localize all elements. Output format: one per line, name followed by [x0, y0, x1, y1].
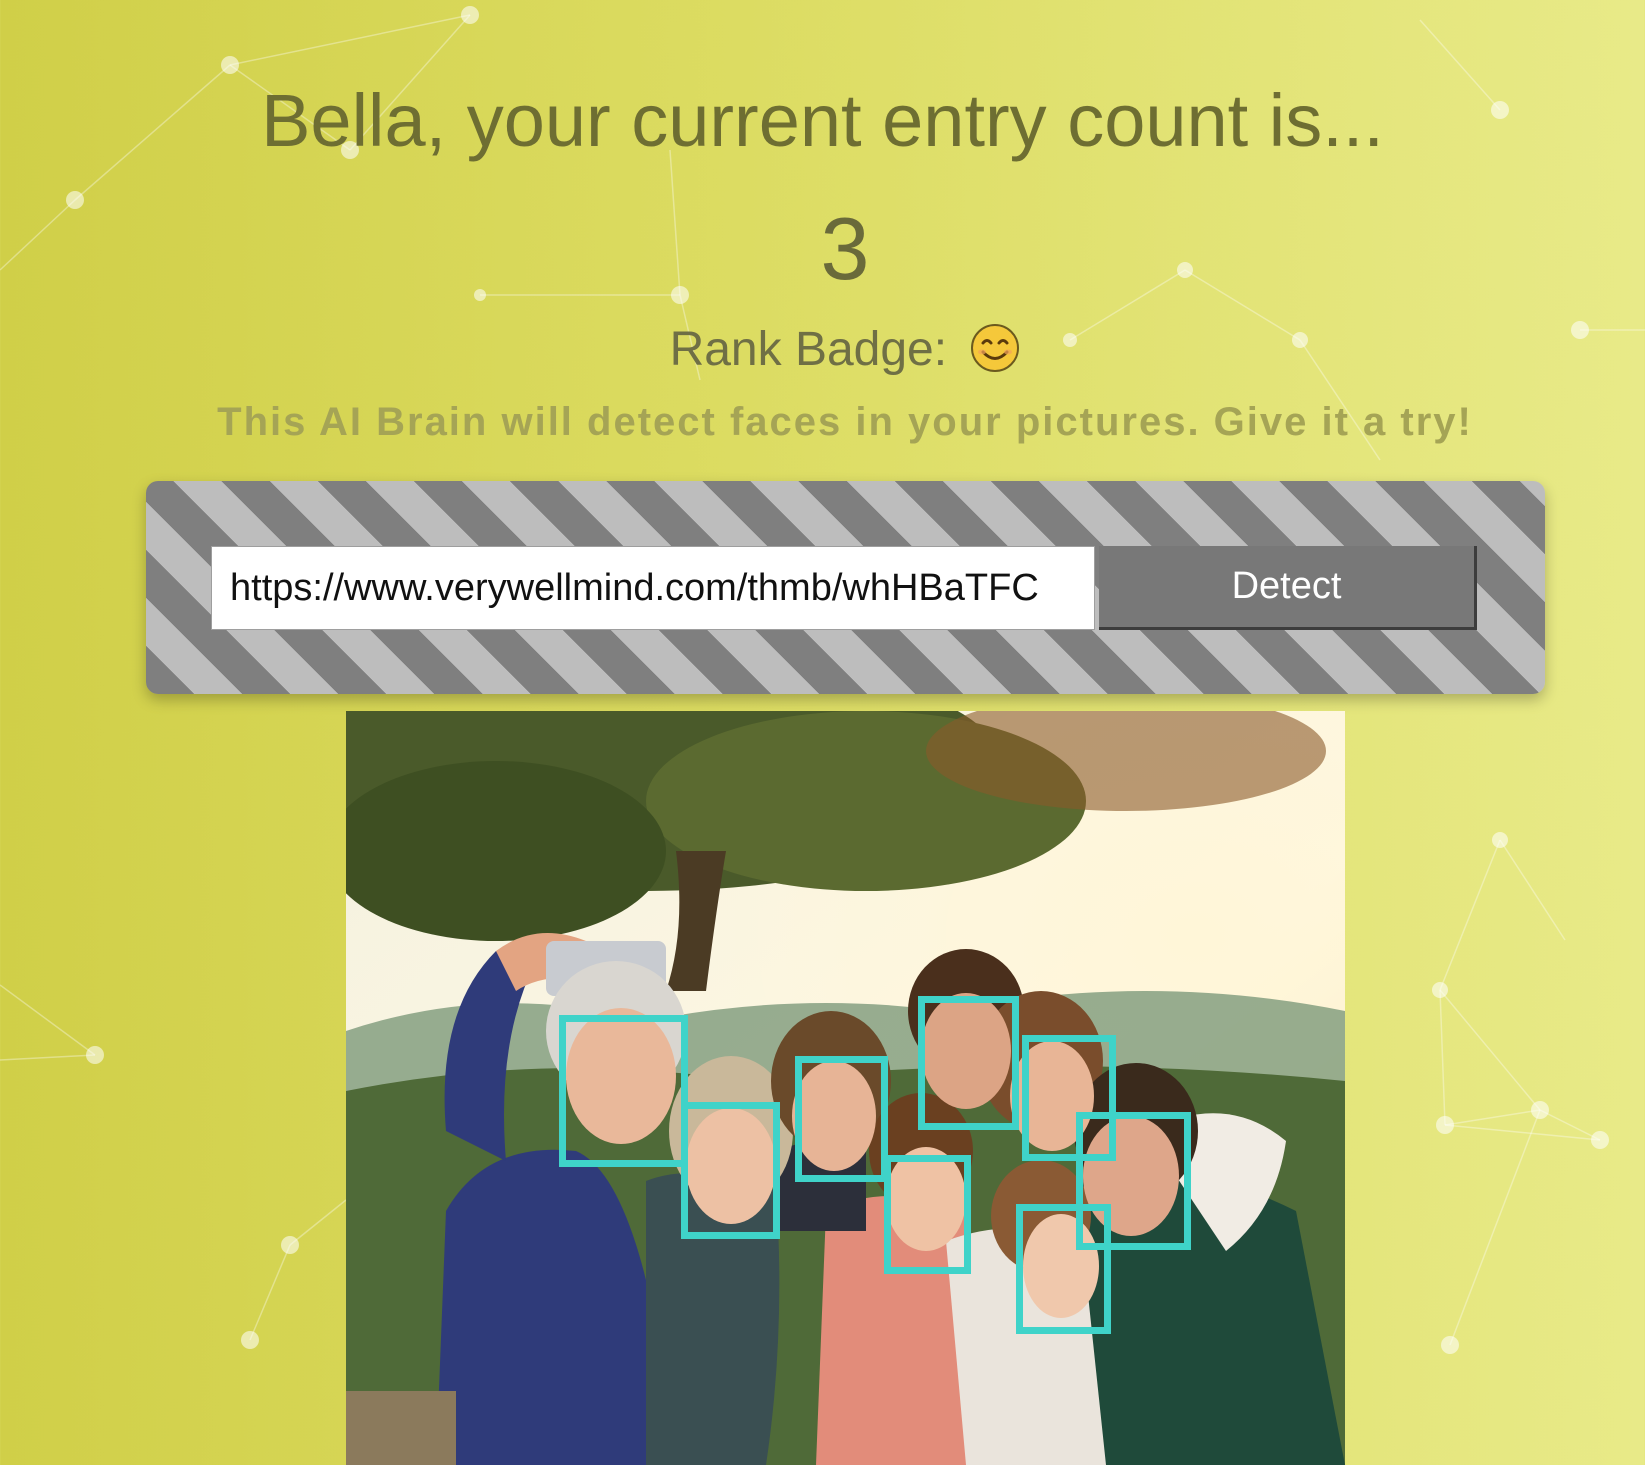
detection-result-image — [346, 711, 1345, 1465]
smiling-face-emoji-icon — [970, 323, 1020, 373]
rank-badge-row: Rank Badge: — [0, 322, 1645, 377]
detect-button[interactable]: Detect — [1099, 546, 1477, 630]
face-bounding-box — [681, 1102, 780, 1239]
face-bounding-box — [884, 1155, 971, 1274]
face-bounding-box — [795, 1056, 888, 1182]
face-bounding-box — [559, 1015, 688, 1167]
greeting-heading: Bella, your current entry count is... — [261, 79, 1384, 162]
entry-count: 3 — [820, 199, 870, 298]
rank-badge-label: Rank Badge: — [669, 323, 948, 376]
face-bounding-box — [918, 996, 1019, 1130]
image-url-input[interactable] — [211, 546, 1095, 630]
tagline-text: This AI Brain will detect faces in your … — [217, 400, 1473, 444]
face-bounding-box — [1016, 1204, 1111, 1334]
image-url-form: Detect — [146, 481, 1545, 694]
